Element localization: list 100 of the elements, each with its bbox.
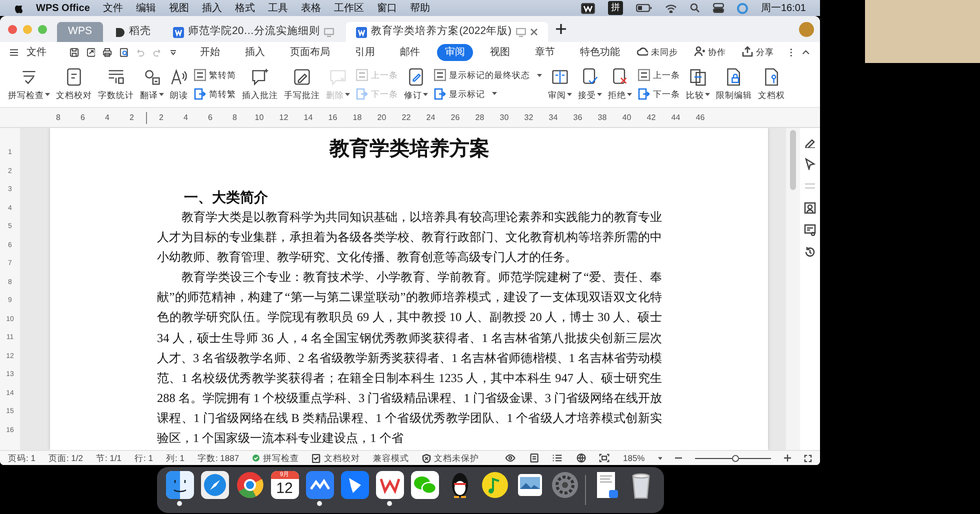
ribbon-button[interactable]: 朗读 (170, 68, 188, 102)
ribbon-tab[interactable]: 引用 (347, 44, 384, 60)
ribbon-button[interactable]: 文档权 (758, 68, 785, 102)
ribbon-tab[interactable]: 邮件 (392, 44, 428, 60)
status-item[interactable]: 拼写检查 (252, 452, 300, 464)
ribbon-tab[interactable]: 视图 (482, 44, 518, 60)
ribbon-tab[interactable]: 章节 (527, 44, 564, 60)
zoom-in-icon[interactable] (784, 454, 792, 462)
status-item[interactable]: 文档校对 (312, 452, 360, 464)
compass-icon[interactable] (200, 471, 228, 499)
app-menu[interactable]: WPS Office (36, 0, 90, 16)
avatar-circle[interactable] (799, 22, 814, 36)
menu-item[interactable]: 窗口 (376, 0, 397, 16)
battery-icon[interactable] (636, 4, 652, 12)
ribbon-button[interactable]: 翻译 (140, 68, 164, 102)
ribbon-button[interactable]: 字数统计 (98, 68, 134, 102)
page-view-icon[interactable] (528, 453, 540, 463)
menu-item[interactable]: 视图 (168, 0, 189, 16)
lark-app-icon[interactable] (306, 471, 334, 499)
ribbon-tab[interactable]: 开始 (192, 44, 228, 60)
ribbon-button[interactable]: 手写批注 (284, 68, 320, 102)
finder-icon[interactable] (166, 471, 194, 499)
ribbon-button[interactable]: 插入批注 (242, 68, 278, 102)
collapse-icon[interactable] (802, 49, 810, 55)
document-icon (65, 68, 83, 86)
wifi-icon[interactable] (664, 4, 677, 12)
chat-bubbles-icon[interactable] (410, 471, 438, 499)
wps-app-icon[interactable] (376, 471, 404, 499)
print-icon[interactable] (103, 46, 112, 58)
close-icon[interactable] (530, 28, 538, 36)
new-tab-plus-icon[interactable] (556, 24, 566, 34)
gear-icon[interactable] (550, 471, 578, 499)
ribbon-tab[interactable]: 特色功能 (572, 44, 628, 60)
eye-icon[interactable] (505, 453, 516, 463)
preview-icon[interactable] (120, 46, 128, 58)
outline-view-icon[interactable] (552, 453, 563, 463)
more-icon[interactable] (790, 46, 792, 58)
export-icon[interactable] (86, 46, 96, 58)
file-menu[interactable]: 文件 (26, 44, 46, 60)
ribbon-button[interactable]: 显示标记 (434, 88, 542, 100)
zoom-level[interactable]: 185% (622, 452, 645, 464)
ribbon-button[interactable]: 拒绝 (608, 68, 632, 102)
menu-item[interactable]: 编辑 (136, 0, 156, 16)
menu-item[interactable]: 工作区 (334, 0, 364, 16)
menu-item[interactable]: 插入 (202, 0, 222, 16)
menu-bar-clock[interactable]: 周一16:01 (760, 0, 806, 16)
photo-viewer-icon[interactable] (516, 471, 544, 499)
history-icon[interactable] (804, 246, 816, 258)
music-note-icon[interactable] (480, 471, 508, 499)
slider-thumb[interactable] (732, 454, 739, 462)
ribbon-button[interactable]: 比较 (686, 68, 710, 102)
input-method-indicator[interactable]: 拼 (608, 1, 623, 15)
control-center-icon[interactable] (712, 3, 724, 13)
ribbon-tab[interactable]: 页面布局 (282, 44, 338, 60)
ruler-number: 20 (376, 112, 388, 124)
app-status-icon[interactable] (580, 2, 595, 14)
globe-icon[interactable] (576, 453, 586, 463)
menu-icon[interactable] (10, 48, 18, 56)
close-button[interactable] (8, 24, 17, 34)
menu-item[interactable]: 格式 (234, 0, 255, 16)
ribbon-button[interactable]: 修订 (404, 68, 428, 102)
apple-logo-icon[interactable] (14, 2, 23, 14)
ribbon-button[interactable]: 简转繁 (194, 88, 236, 100)
ribbon-button[interactable]: 审阅 (548, 68, 572, 102)
ribbon-tab[interactable]: 审阅 (437, 44, 474, 60)
form-icon[interactable] (804, 224, 816, 236)
browser-icon[interactable] (236, 471, 264, 499)
document-arrow-icon (194, 88, 206, 100)
save-icon[interactable] (70, 46, 79, 58)
ribbon-button[interactable]: 限制编辑 (716, 68, 752, 102)
toolbar-action[interactable]: 协作 (694, 46, 726, 58)
menu-item[interactable]: 工具 (268, 0, 288, 16)
cursor-icon[interactable] (804, 158, 816, 170)
ribbon-button[interactable]: 接受 (578, 68, 602, 102)
ribbon-tab[interactable]: 插入 (237, 44, 274, 60)
ribbon-button[interactable]: 拼写检查 (8, 68, 50, 102)
ribbon-button[interactable]: 显示标记的最终状态 (434, 68, 542, 82)
status-item[interactable]: 文档未保护 (422, 452, 480, 464)
app-tab[interactable]: 稻壳 (105, 22, 161, 42)
menu-item[interactable]: 帮助 (410, 0, 430, 16)
zoom-slider[interactable] (695, 454, 771, 462)
document-tab[interactable]: 师范学院20…分流实施细则 (163, 22, 344, 42)
toolbar-action[interactable]: 分享 (742, 46, 774, 58)
document-tab[interactable]: 教育学类培养方案(2022年版) (346, 22, 548, 42)
ribbon-button[interactable]: 下一条 (638, 88, 680, 100)
ruler-number: 8 (232, 112, 238, 124)
menu-item[interactable]: 文件 (102, 0, 123, 16)
scrollbar-thumb[interactable] (790, 130, 796, 190)
search-icon[interactable] (690, 3, 700, 13)
bird-app-icon[interactable] (340, 471, 368, 499)
ribbon-button[interactable]: 文档校对 (56, 68, 92, 102)
fullscreen-icon[interactable] (804, 454, 812, 462)
image-person-icon[interactable] (804, 202, 816, 214)
speaker-icon (170, 68, 188, 86)
ribbon-button[interactable]: 繁转简 (194, 68, 236, 82)
indent-marker[interactable] (146, 112, 147, 124)
ribbon-button[interactable]: 上一条 (638, 68, 680, 82)
menu-item[interactable]: 表格 (300, 0, 321, 16)
fit-page-icon[interactable] (599, 453, 610, 463)
toolbar-action[interactable]: 未同步 (637, 46, 678, 58)
